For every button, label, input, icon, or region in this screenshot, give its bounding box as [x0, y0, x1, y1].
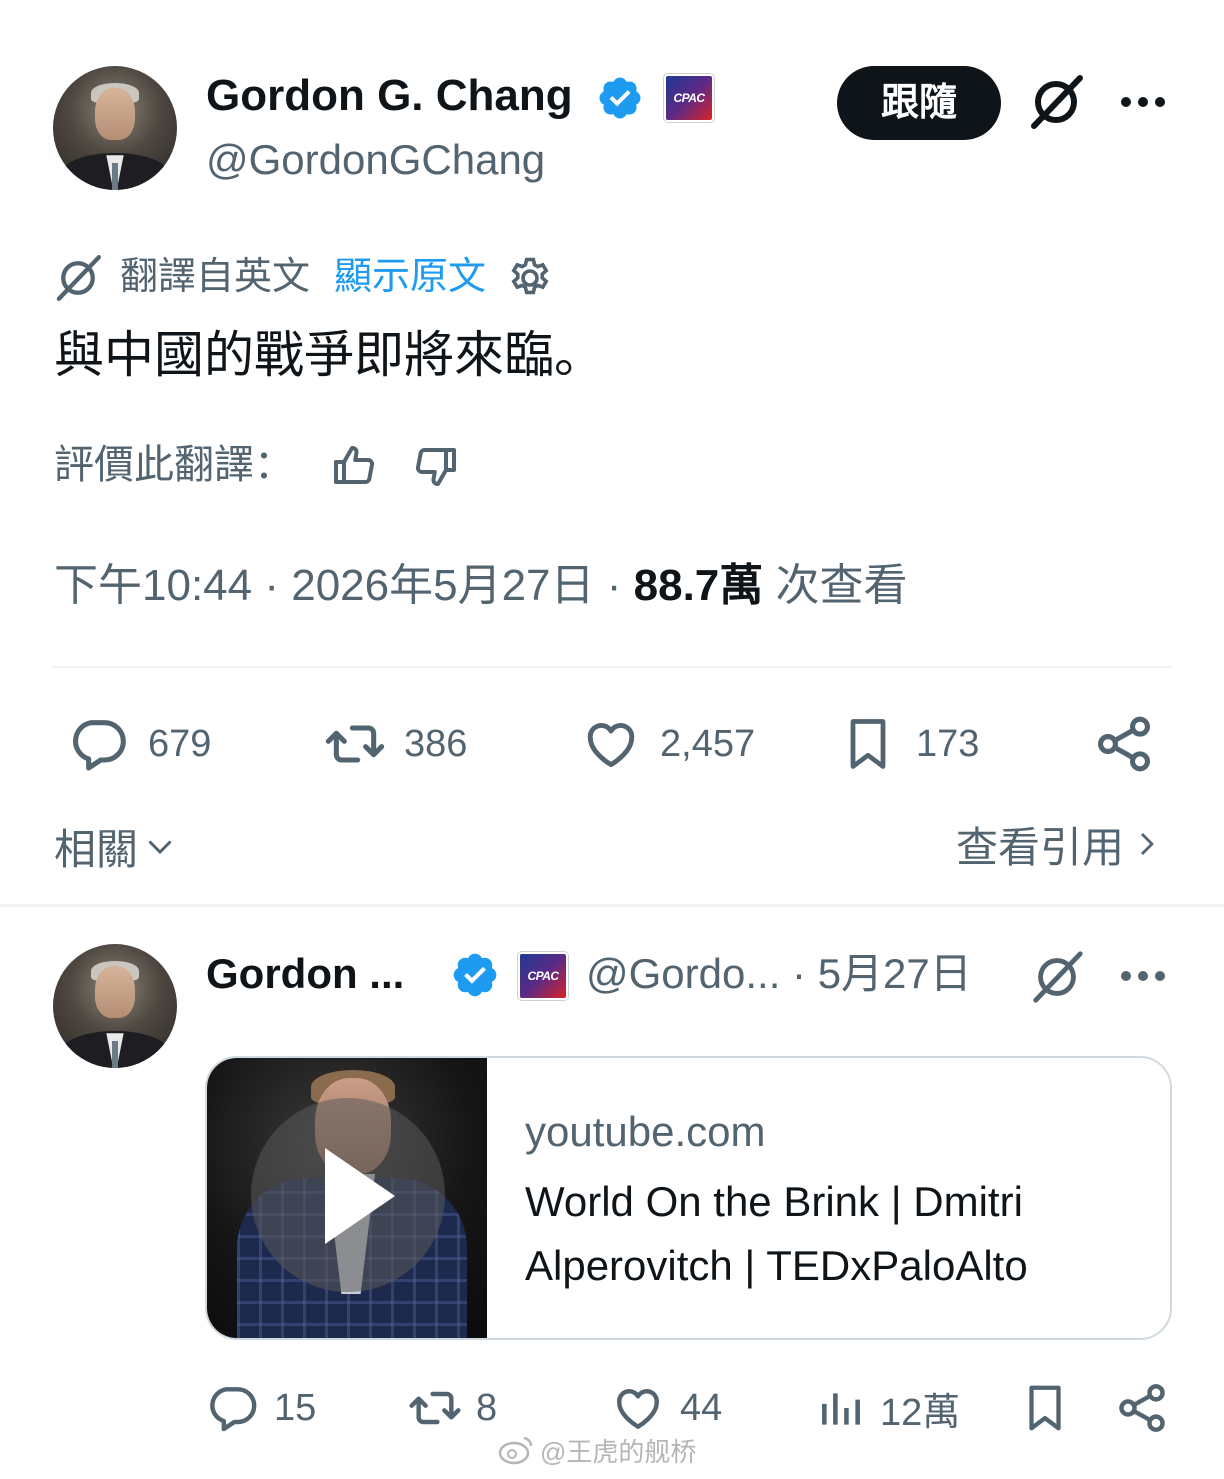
affiliation-badge[interactable]: CPAC	[664, 74, 714, 122]
retweet-count: 386	[404, 722, 468, 765]
author-handle[interactable]: @GordonGChang	[206, 134, 545, 186]
more-icon[interactable]	[1118, 90, 1168, 114]
reply-date[interactable]: · 5月27日	[780, 950, 972, 997]
card-domain: youtube.com	[525, 1108, 766, 1155]
reply-retweet-button[interactable]: 8	[406, 1380, 497, 1436]
reply-count: 679	[148, 722, 212, 765]
reply-button[interactable]: 679	[66, 712, 211, 776]
reply-share-icon[interactable]	[1114, 1380, 1170, 1436]
watermark-text: @王虎的舰桥	[540, 1436, 697, 1467]
reply-author-name[interactable]: Gordon ...	[206, 948, 404, 1000]
view-quotes-label: 查看引用	[956, 823, 1125, 871]
grok-icon[interactable]	[1026, 72, 1086, 132]
like-count: 2,457	[660, 722, 756, 765]
views-icon	[816, 1380, 866, 1436]
views-label: 次查看	[763, 561, 908, 610]
reply-affiliation-badge[interactable]: CPAC	[518, 952, 568, 1000]
reply-reply-button[interactable]: 15	[204, 1380, 316, 1436]
reply-like-button[interactable]: 44	[610, 1380, 722, 1436]
reply-retweet-count: 8	[476, 1386, 498, 1429]
reply-handle-date: @Gordo... · 5月27日	[586, 948, 972, 1000]
views-count: 88.7萬	[633, 561, 764, 610]
related-toggle[interactable]: 相關	[54, 818, 178, 874]
reply-reply-count: 15	[274, 1386, 317, 1429]
link-preview-card[interactable]: youtube.com World On the Brink | Dmitri …	[205, 1056, 1172, 1340]
reply-icon	[204, 1380, 260, 1436]
reply-icon	[66, 712, 130, 776]
share-icon[interactable]	[1092, 712, 1156, 776]
follow-button[interactable]: 跟隨	[837, 66, 1001, 140]
author-name[interactable]: Gordon G. Chang	[206, 70, 573, 122]
reply-author-avatar[interactable]	[53, 944, 177, 1068]
retweet-button[interactable]: 386	[322, 712, 467, 776]
grok-icon[interactable]	[1028, 948, 1086, 1006]
reply-views-button[interactable]: 12萬	[816, 1380, 960, 1436]
weibo-icon	[498, 1435, 534, 1465]
rate-translation-label: 評價此翻譯：	[54, 443, 294, 487]
divider	[52, 666, 1172, 668]
tweet-meta: 下午10:44 · 2026年5月27日 · 88.7萬 次查看	[54, 561, 908, 610]
more-icon[interactable]	[1118, 964, 1168, 988]
tweet-time[interactable]: 下午10:44	[54, 561, 252, 610]
section-divider	[0, 904, 1224, 907]
translate-icon	[52, 252, 104, 304]
settings-icon[interactable]	[506, 254, 554, 302]
verified-badge-icon	[596, 74, 644, 122]
like-button[interactable]: 2,457	[580, 712, 755, 776]
watermark: @王虎的舰桥	[498, 1432, 696, 1468]
bookmark-button[interactable]: 173	[838, 712, 979, 776]
video-thumbnail[interactable]	[207, 1058, 487, 1338]
related-label: 相關	[54, 825, 139, 873]
like-icon	[610, 1380, 666, 1436]
show-original-link[interactable]: 顯示原文	[334, 254, 486, 300]
tweet-date[interactable]: 2026年5月27日	[291, 561, 594, 610]
tweet-text: 與中國的戰爭即將來臨。	[54, 327, 604, 383]
thumbs-up-icon[interactable]	[330, 442, 378, 490]
like-icon	[580, 712, 642, 776]
bookmark-count: 173	[916, 722, 980, 765]
thumbs-down-icon[interactable]	[412, 442, 460, 490]
chevron-right-icon	[1132, 824, 1162, 864]
translation-label: 翻譯自英文	[120, 256, 311, 298]
bookmark-icon	[838, 712, 898, 776]
verified-badge-icon	[450, 950, 500, 1000]
retweet-icon	[406, 1380, 464, 1436]
card-title: World On the Brink | Dmitri Alperovitch …	[525, 1178, 1028, 1289]
retweet-icon	[322, 712, 388, 776]
play-icon	[325, 1148, 395, 1244]
author-avatar[interactable]	[53, 66, 177, 190]
reply-handle[interactable]: @Gordo...	[586, 950, 780, 997]
reply-views-count: 12萬	[880, 1391, 961, 1434]
reply-bookmark-icon[interactable]	[1018, 1380, 1072, 1436]
view-quotes-link[interactable]: 查看引用	[956, 816, 1162, 872]
chevron-down-icon	[142, 828, 178, 864]
reply-like-count: 44	[680, 1386, 723, 1429]
